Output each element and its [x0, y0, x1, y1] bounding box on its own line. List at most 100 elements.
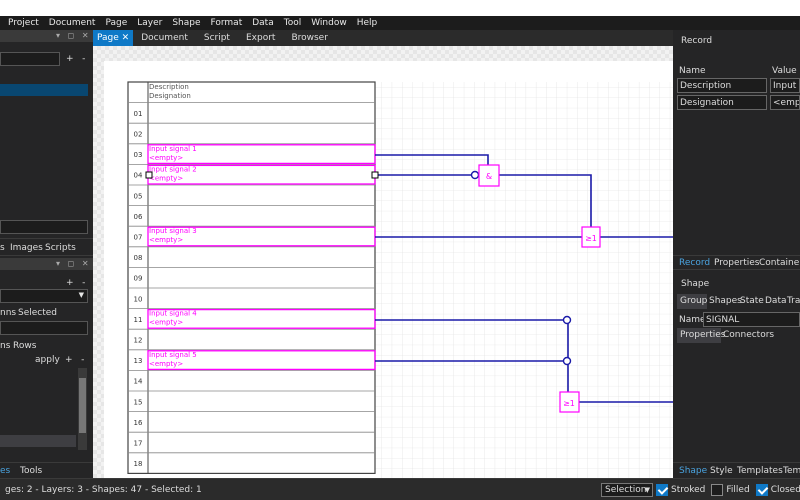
grid-header-name: Name [679, 66, 706, 76]
tab-browser[interactable]: Browser [283, 30, 335, 46]
left-add-remove-buttons-3[interactable]: + - [65, 355, 84, 365]
row-number: 12 [134, 337, 143, 345]
close-icon[interactable]: ✕ [122, 33, 130, 43]
signal-label: Input signal 3 [149, 227, 197, 235]
selection-handle-right[interactable] [371, 171, 379, 179]
signal-table: 01 02 03 04 05 06 07 08 09 10 11 12 13 14 15 16 17 18 Desc… [127, 81, 376, 474]
left-apply-label[interactable]: apply [35, 355, 60, 365]
menu-item-tool[interactable]: Tool [279, 18, 306, 28]
tab-tran[interactable]: Tran [787, 296, 800, 306]
tab-page[interactable]: Page ✕ [93, 30, 134, 46]
tab-connectors[interactable]: Connectors [723, 330, 774, 340]
left-selected-label[interactable]: Selected [18, 308, 57, 318]
tab-shape-properties[interactable]: Properties [680, 330, 725, 340]
tab-temp[interactable]: Temp [783, 466, 800, 476]
drawing-canvas[interactable]: 01 02 03 04 05 06 07 08 09 10 11 12 13 14 15 16 17 18 Desc… [93, 46, 673, 478]
and-gate[interactable]: & [478, 164, 500, 187]
left-filter-input-2[interactable] [0, 321, 88, 335]
menu-item-project[interactable]: Project [0, 18, 44, 28]
row-number: 07 [134, 234, 143, 242]
status-text: ges: 2 - Layers: 3 - Shapes: 47 - Select… [5, 484, 202, 495]
signal-designation: <empty> [149, 174, 183, 182]
menu-item-document[interactable]: Document [44, 18, 101, 28]
tab-style[interactable]: Style [710, 466, 733, 476]
selection-mode-select[interactable]: Selection ▼ [601, 483, 653, 497]
tab-shape[interactable]: Shape [679, 466, 707, 476]
record-row-name[interactable]: Description [677, 78, 767, 93]
tab-data[interactable]: Data [765, 296, 787, 306]
menu-item-help[interactable]: Help [352, 18, 383, 28]
closed-checkbox[interactable] [755, 484, 768, 496]
signal-label: Input signal 4 [149, 310, 197, 318]
selection-handle-left[interactable] [145, 171, 153, 179]
status-controls: Selection▼ Stroked Filled Closed S [601, 483, 800, 497]
tab-script[interactable]: Script [196, 30, 238, 46]
record-panel-title: Record [681, 36, 713, 46]
record-row-value[interactable]: <empty [770, 95, 800, 110]
or-gate-1[interactable]: ≥1 [581, 226, 601, 248]
menu-item-page[interactable]: Page [100, 18, 132, 28]
filled-checkbox[interactable] [711, 484, 724, 496]
record-row-value[interactable]: Input si [770, 78, 800, 93]
row-number: 09 [134, 275, 143, 283]
chevron-down-icon: ▼ [78, 291, 84, 299]
menu-bar: Project Document Page Layer Shape Format Data T… [0, 16, 800, 30]
left-columns-label[interactable]: nns [0, 308, 16, 318]
left-list-selected-row[interactable] [0, 435, 76, 447]
left-panel2-controls[interactable]: ▾ ◻ ✕ [56, 259, 89, 268]
left-scrollbar[interactable] [78, 368, 87, 450]
tab-record[interactable]: Record [679, 258, 710, 268]
left-tab-s[interactable]: s [0, 243, 5, 253]
menu-item-shape[interactable]: Shape [167, 18, 205, 28]
menu-item-layer[interactable]: Layer [132, 18, 167, 28]
left-tab-images[interactable]: Images [10, 243, 43, 253]
right-bottom-tabs: Shape Style Templates Temp [673, 462, 800, 478]
left-dock: ▾ ◻ ✕ + - s Images Scripts ▾ ◻ ✕ + - ▼ n… [0, 30, 93, 478]
left-dropdown[interactable]: ▼ [0, 289, 88, 303]
left-rows-tab-rows[interactable]: Rows [13, 341, 36, 351]
document-tabs: Page ✕ Document Script Export Browser [93, 30, 673, 46]
left-filter-input[interactable] [0, 52, 60, 66]
menu-item-format[interactable]: Format [206, 18, 248, 28]
tab-container[interactable]: Container [759, 258, 800, 268]
left-tab-scripts[interactable]: Scripts [45, 243, 76, 253]
stroked-checkbox[interactable] [656, 484, 668, 496]
left-bottom-tab-tools[interactable]: Tools [20, 466, 42, 476]
stroked-label: Stroked [671, 485, 706, 495]
inverter-bubble[interactable] [562, 315, 572, 325]
left-scrollbar-thumb[interactable] [79, 378, 86, 433]
left-add-remove-buttons-2[interactable]: + - [66, 278, 85, 288]
tab-properties[interactable]: Properties [714, 258, 759, 268]
closed-label: Closed [770, 485, 800, 495]
left-add-remove-buttons[interactable]: + - [66, 54, 85, 64]
inverter-bubble[interactable] [562, 356, 572, 366]
tab-templates[interactable]: Templates [737, 466, 783, 476]
left-search-input[interactable] [0, 220, 88, 234]
record-tabs: Record Properties Container [673, 255, 800, 270]
shape-name-input[interactable]: SIGNAL [703, 312, 800, 327]
record-row-name[interactable]: Designation [677, 95, 767, 110]
left-panel-controls[interactable]: ▾ ◻ ✕ [56, 31, 89, 40]
signal-designation: <empty> [149, 319, 183, 327]
row-number: 06 [134, 213, 143, 221]
left-bottom-tab-es[interactable]: es [0, 466, 10, 476]
row-number: 01 [134, 110, 143, 118]
menu-item-data[interactable]: Data [247, 18, 279, 28]
row-number: 02 [134, 131, 143, 139]
filled-label: Filled [726, 485, 750, 495]
tab-document[interactable]: Document [133, 30, 196, 46]
left-tree-selected-row[interactable] [0, 84, 88, 96]
or-gate-1-label: ≥1 [585, 234, 597, 243]
tab-group[interactable]: Group [680, 296, 707, 306]
chevron-down-icon: ▼ [644, 486, 650, 494]
diagram-svg: 01 02 03 04 05 06 07 08 09 10 11 12 13 14 15 16 17 18 Desc… [93, 46, 673, 478]
signal-label: Input signal 2 [149, 165, 197, 173]
tab-export[interactable]: Export [238, 30, 283, 46]
or-gate-2[interactable]: ≥1 [559, 391, 580, 413]
tab-shapes[interactable]: Shapes [709, 296, 742, 306]
left-rows-tab-ns[interactable]: ns [0, 341, 10, 351]
inverter-bubble[interactable] [470, 170, 480, 180]
signal-designation: <empty> [149, 360, 183, 368]
tab-state[interactable]: State [740, 296, 764, 306]
menu-item-window[interactable]: Window [306, 18, 352, 28]
